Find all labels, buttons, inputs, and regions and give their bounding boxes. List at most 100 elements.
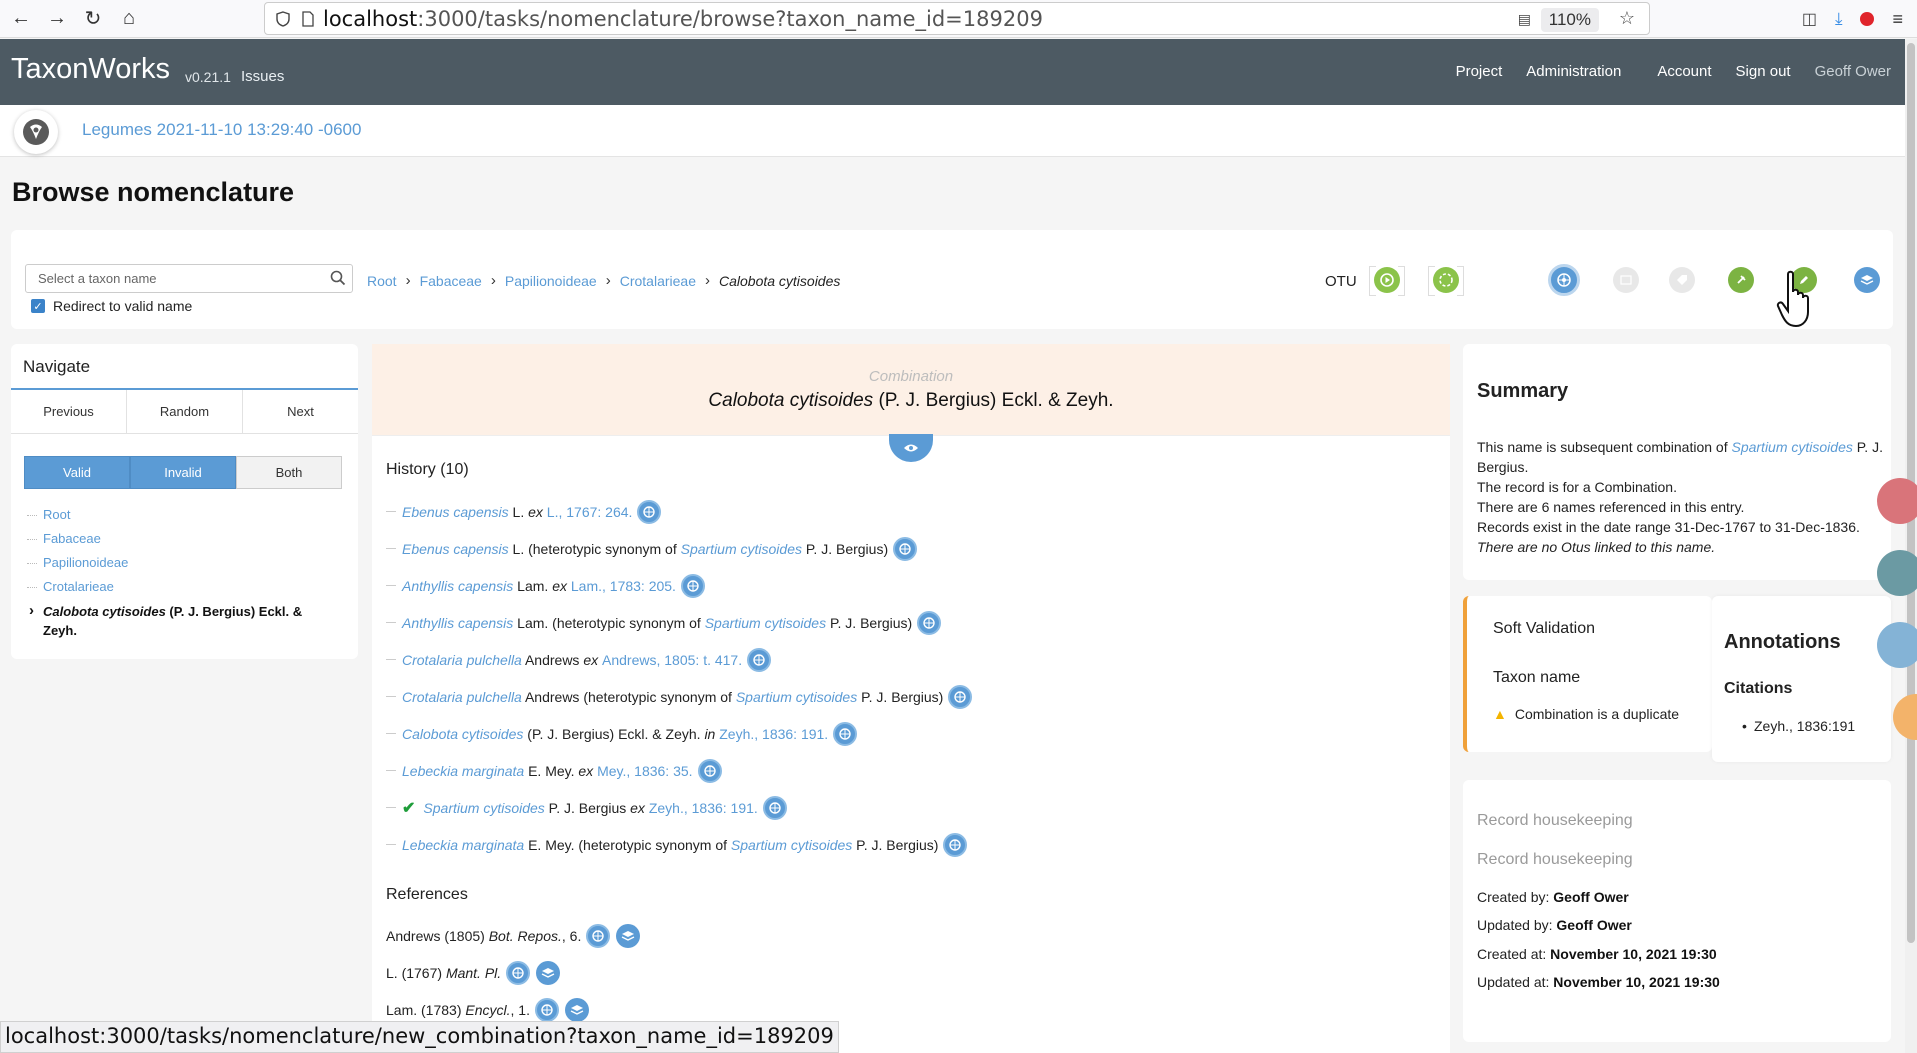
- history-name-link[interactable]: Crotalaria pulchella: [402, 652, 522, 668]
- reference-journal: Encycl.: [465, 1001, 511, 1018]
- history-citation-link[interactable]: Mey., 1836: 35.: [597, 763, 692, 779]
- history-synonym-link[interactable]: Spartium cytisoides: [731, 837, 852, 853]
- tree-item-papilionoideae[interactable]: Papilionoideae: [27, 554, 327, 578]
- history-synonym-link[interactable]: Spartium cytisoides: [705, 615, 826, 631]
- browse-button[interactable]: [1849, 262, 1885, 298]
- soft-validation-message: ▲ Combination is a duplicate: [1493, 706, 1680, 722]
- reader-icon[interactable]: ▤: [1518, 11, 1531, 28]
- redirect-checkbox[interactable]: ✓: [31, 299, 45, 313]
- page-scrollbar[interactable]: [1905, 39, 1917, 1053]
- history-citation-link[interactable]: L., 1767: 264.: [547, 504, 633, 520]
- layers-icon[interactable]: [616, 923, 641, 948]
- history-synonym-link[interactable]: Spartium cytisoides: [681, 541, 802, 557]
- pin-button[interactable]: [1723, 262, 1759, 298]
- back-icon[interactable]: ←: [6, 4, 36, 34]
- both-toggle[interactable]: Both: [236, 456, 342, 489]
- project-name[interactable]: Legumes 2021-11-10 13:29:40 -0600: [82, 120, 361, 140]
- radial-annotator-icon[interactable]: [637, 499, 662, 524]
- previous-button[interactable]: Previous: [11, 390, 127, 433]
- layers-icon[interactable]: [536, 960, 561, 985]
- user-name[interactable]: Geoff Ower: [1815, 63, 1891, 80]
- project-logo-icon[interactable]: [14, 110, 58, 154]
- radial-annotator-icon[interactable]: [762, 795, 787, 820]
- history-name-link[interactable]: Ebenus capensis: [402, 504, 509, 520]
- radial-annotator-icon[interactable]: [948, 684, 973, 709]
- address-bar[interactable]: localhost:3000/tasks/nomenclature/browse…: [264, 2, 1650, 35]
- summary-link[interactable]: Spartium cytisoides: [1731, 439, 1852, 455]
- history-name-link[interactable]: Spartium cytisoides: [423, 800, 544, 816]
- browser-toolbar: ← → ↻ ⌂ localhost:3000/tasks/nomenclatur…: [0, 0, 1917, 38]
- bookmark-star-icon[interactable]: ☆: [1619, 8, 1635, 29]
- history-row: Ebenus capensis L. (heterotypic synonym …: [386, 530, 972, 567]
- full-name-taxon: Calobota cytisoides: [708, 390, 874, 411]
- forward-icon[interactable]: →: [42, 4, 72, 34]
- layers-icon[interactable]: [564, 997, 589, 1022]
- tree-item-current[interactable]: Calobota cytisoides (P. J. Bergius) Eckl…: [27, 601, 327, 642]
- history-name-link[interactable]: Calobota cytisoides: [402, 726, 523, 742]
- radial-annotator-icon[interactable]: [917, 610, 942, 635]
- history-citation-link[interactable]: Zeyh., 1836: 191.: [649, 800, 758, 816]
- history-citation-link[interactable]: Andrews, 1805: t. 417.: [602, 652, 742, 668]
- name-header: Combination Calobota cytisoides (P. J. B…: [372, 344, 1450, 436]
- menu-icon[interactable]: ≡: [1892, 9, 1903, 30]
- history-name-link[interactable]: Lebeckia marginata: [402, 763, 524, 779]
- valid-toggle[interactable]: Valid: [24, 456, 130, 489]
- tree-item-root[interactable]: Root: [27, 506, 327, 530]
- floating-annotation-button[interactable]: [1877, 478, 1917, 524]
- references-title: References: [386, 886, 468, 903]
- tag-button[interactable]: [1664, 262, 1700, 298]
- radial-annotator-icon[interactable]: [680, 573, 705, 598]
- next-button[interactable]: Next: [243, 390, 358, 433]
- otu-add-button[interactable]: [1369, 262, 1405, 298]
- extension-icon[interactable]: [1860, 12, 1875, 26]
- history-name-link[interactable]: Ebenus capensis: [402, 541, 509, 557]
- history-name-link[interactable]: Anthyllis capensis: [402, 615, 513, 631]
- housekeeping-subtitle: Record housekeeping: [1477, 851, 1633, 868]
- issues-link[interactable]: Issues: [241, 68, 284, 85]
- breadcrumb-crotalarieae[interactable]: Crotalarieae: [620, 273, 696, 289]
- reload-icon[interactable]: ↻: [78, 4, 108, 34]
- eye-toggle-button[interactable]: [889, 434, 933, 462]
- app-brand[interactable]: TaxonWorks: [11, 53, 170, 86]
- history-name-link[interactable]: Anthyllis capensis: [402, 578, 513, 594]
- breadcrumb-root[interactable]: Root: [367, 273, 397, 289]
- radial-annotator-icon[interactable]: [534, 997, 559, 1022]
- history-citation-link[interactable]: Zeyh., 1836: 191.: [719, 726, 828, 742]
- search-icon[interactable]: [330, 270, 346, 286]
- redirect-checkbox-row[interactable]: ✓ Redirect to valid name: [31, 298, 192, 314]
- breadcrumb-fabaceae[interactable]: Fabaceae: [420, 273, 482, 289]
- radial-annotator-icon[interactable]: [747, 647, 772, 672]
- nav-administration[interactable]: Administration: [1526, 63, 1621, 80]
- radial-annotator-icon[interactable]: [586, 923, 611, 948]
- radial-annotator-icon[interactable]: [833, 721, 858, 746]
- floating-pin-button[interactable]: [1877, 550, 1917, 596]
- nav-project[interactable]: Project: [1456, 63, 1503, 80]
- quick-forms-button[interactable]: [1608, 262, 1644, 298]
- history-synonym-link[interactable]: Spartium cytisoides: [736, 689, 857, 705]
- radial-annotator-icon[interactable]: [943, 832, 968, 857]
- radial-annotator-icon[interactable]: [893, 536, 918, 561]
- zoom-level[interactable]: 110%: [1540, 8, 1599, 32]
- history-name-link[interactable]: Lebeckia marginata: [402, 837, 524, 853]
- radial-annotator-icon[interactable]: [697, 758, 722, 783]
- tree-item-fabaceae[interactable]: Fabaceae: [27, 530, 327, 554]
- radial-annotator-button[interactable]: [1546, 262, 1582, 298]
- chevron-right-icon: ›: [405, 272, 411, 289]
- nav-account[interactable]: Account: [1657, 63, 1711, 80]
- history-citation-link[interactable]: Lam., 1783: 205.: [571, 578, 676, 594]
- floating-orange-button[interactable]: [1893, 694, 1917, 740]
- history-name-link[interactable]: Crotalaria pulchella: [402, 689, 522, 705]
- floating-pencil-button[interactable]: [1877, 622, 1917, 668]
- eye-icon: [904, 444, 918, 452]
- nav-sign-out[interactable]: Sign out: [1736, 63, 1791, 80]
- invalid-toggle[interactable]: Invalid: [130, 456, 236, 489]
- breadcrumb-papilionoideae[interactable]: Papilionoideae: [505, 273, 597, 289]
- tree-item-crotalarieae[interactable]: Crotalarieae: [27, 578, 327, 602]
- home-icon[interactable]: ⌂: [114, 4, 144, 34]
- otu-radial-button[interactable]: [1428, 262, 1464, 298]
- pocket-icon[interactable]: ◫: [1802, 9, 1817, 29]
- radial-annotator-icon[interactable]: [506, 960, 531, 985]
- taxon-search-input[interactable]: [26, 265, 316, 292]
- random-button[interactable]: Random: [127, 390, 243, 433]
- download-icon[interactable]: ⤓: [1835, 9, 1843, 29]
